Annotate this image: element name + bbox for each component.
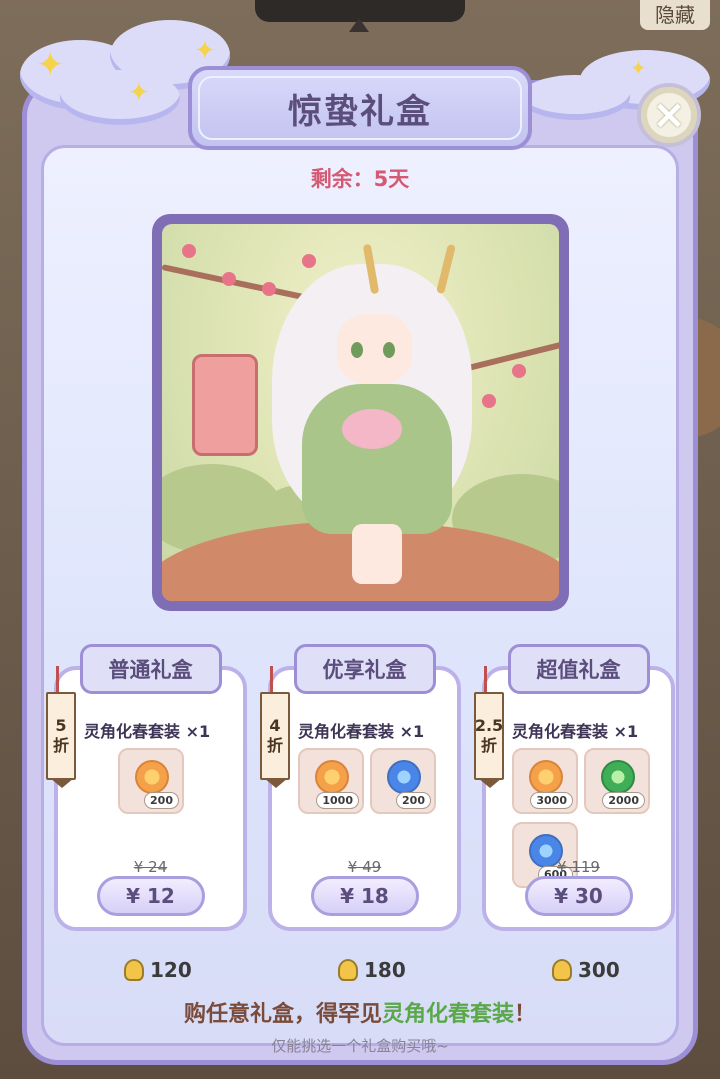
- blue-swirl-coin-icon: [387, 760, 421, 794]
- reward-item[interactable]: 3000: [512, 748, 578, 814]
- discount-value: 4: [269, 716, 281, 735]
- discount-unit: 折: [266, 736, 283, 755]
- sparkle-icon: ✦: [36, 45, 65, 85]
- cloud-decoration: [60, 70, 180, 125]
- sparkle-icon: ✦: [128, 78, 150, 108]
- reward-amount: 2000: [602, 792, 645, 809]
- bonus-value: 180: [364, 958, 406, 982]
- top-arrow-icon[interactable]: [349, 18, 369, 32]
- reward-item[interactable]: 200: [118, 748, 184, 814]
- original-price: ¥ 119: [557, 858, 600, 876]
- reward-amount: 200: [396, 792, 431, 809]
- gift-card-premium[interactable]: 优享礼盒 4 折 灵角化春套装 ×1 1000 200 ¥ 49 ¥ 18: [260, 644, 461, 931]
- card-title: 超值礼盒: [507, 644, 650, 694]
- card-item-name: 灵角化春套装 ×1: [84, 722, 211, 741]
- gold-clover-coin-icon: [529, 760, 563, 794]
- buy-button[interactable]: ¥ 30: [524, 876, 633, 916]
- buy-button[interactable]: ¥ 18: [310, 876, 419, 916]
- gold-clover-coin-icon: [315, 760, 349, 794]
- discount-tag: 4 折: [260, 692, 290, 788]
- character-face: [337, 314, 412, 384]
- bonus-value: 120: [150, 958, 192, 982]
- discount-value: 5: [55, 716, 67, 735]
- lightbulb-icon: [338, 959, 358, 981]
- tag-rope: [484, 666, 487, 692]
- purchase-limit-note: 仅能挑选一个礼盒购买哦~: [271, 1037, 449, 1055]
- discount-unit: 折: [480, 736, 497, 755]
- close-icon: ×: [652, 92, 686, 138]
- eye-shape: [351, 342, 363, 358]
- promo-prefix: 购任意礼盒，得罕见: [183, 1002, 382, 1027]
- page-title: 惊蛰礼盒: [288, 91, 432, 132]
- title-plaque: 惊蛰礼盒: [188, 66, 532, 150]
- character-dress: [302, 384, 452, 534]
- blossom-shape: [182, 244, 196, 258]
- reward-item[interactable]: 2000: [584, 748, 650, 814]
- character-bow: [342, 409, 402, 449]
- reward-item[interactable]: 200: [370, 748, 436, 814]
- promo-suffix: ！: [514, 1002, 537, 1027]
- sparkle-icon: ✦: [630, 56, 647, 80]
- character-legs: [352, 524, 402, 584]
- discount-tag: 2.5 折: [474, 692, 504, 788]
- blossom-shape: [302, 254, 316, 268]
- gift-card-normal[interactable]: 普通礼盒 5 折 灵角化春套装 ×1 200 ¥ 24 ¥ 12: [46, 644, 247, 931]
- discount-value: 2.5: [474, 716, 504, 735]
- outfit-preview-frame: [152, 214, 569, 611]
- gift-card-value[interactable]: 超值礼盒 2.5 折 灵角化春套装 ×1 3000 2000 600 ¥ 119…: [474, 644, 675, 931]
- card-item-name: 灵角化春套装 ×1: [512, 722, 639, 741]
- tag-rope: [56, 666, 59, 692]
- original-price: ¥ 24: [133, 858, 168, 876]
- lightbulb-icon: [124, 959, 144, 981]
- promo-text: 购任意礼盒，得罕见灵角化春套装！: [0, 996, 720, 1028]
- hide-button[interactable]: 隐藏: [640, 0, 710, 30]
- cloud-decoration: [520, 75, 630, 120]
- buy-button[interactable]: ¥ 12: [96, 876, 205, 916]
- card-title: 优享礼盒: [293, 644, 436, 694]
- discount-unit: 折: [52, 736, 69, 755]
- bonus-points: 120: [124, 958, 192, 982]
- reward-amount: 3000: [530, 792, 573, 809]
- bonus-value: 300: [578, 958, 620, 982]
- bonus-points: 300: [552, 958, 620, 982]
- eye-shape: [383, 342, 395, 358]
- blossom-shape: [482, 394, 496, 408]
- original-price: ¥ 49: [347, 858, 382, 876]
- blossom-shape: [262, 282, 276, 296]
- reward-amount: 1000: [316, 792, 359, 809]
- green-clover-coin-icon: [601, 760, 635, 794]
- reward-amount: 200: [144, 792, 179, 809]
- horn-shape: [436, 243, 456, 295]
- card-item-name: 灵角化春套装 ×1: [298, 722, 425, 741]
- remaining-time: 剩余：5天: [310, 167, 410, 191]
- lightbulb-icon: [552, 959, 572, 981]
- sparkle-icon: ✦: [194, 36, 216, 66]
- close-button[interactable]: ×: [637, 83, 701, 147]
- lantern-shape: [192, 354, 258, 456]
- card-title: 普通礼盒: [79, 644, 222, 694]
- outfit-preview-illustration: [162, 224, 559, 601]
- discount-tag: 5 折: [46, 692, 76, 788]
- blossom-shape: [512, 364, 526, 378]
- tag-rope: [270, 666, 273, 692]
- gold-clover-coin-icon: [135, 760, 169, 794]
- reward-item[interactable]: 1000: [298, 748, 364, 814]
- promo-highlight: 灵角化春套装: [381, 1002, 514, 1027]
- bonus-points: 180: [338, 958, 406, 982]
- blossom-shape: [222, 272, 236, 286]
